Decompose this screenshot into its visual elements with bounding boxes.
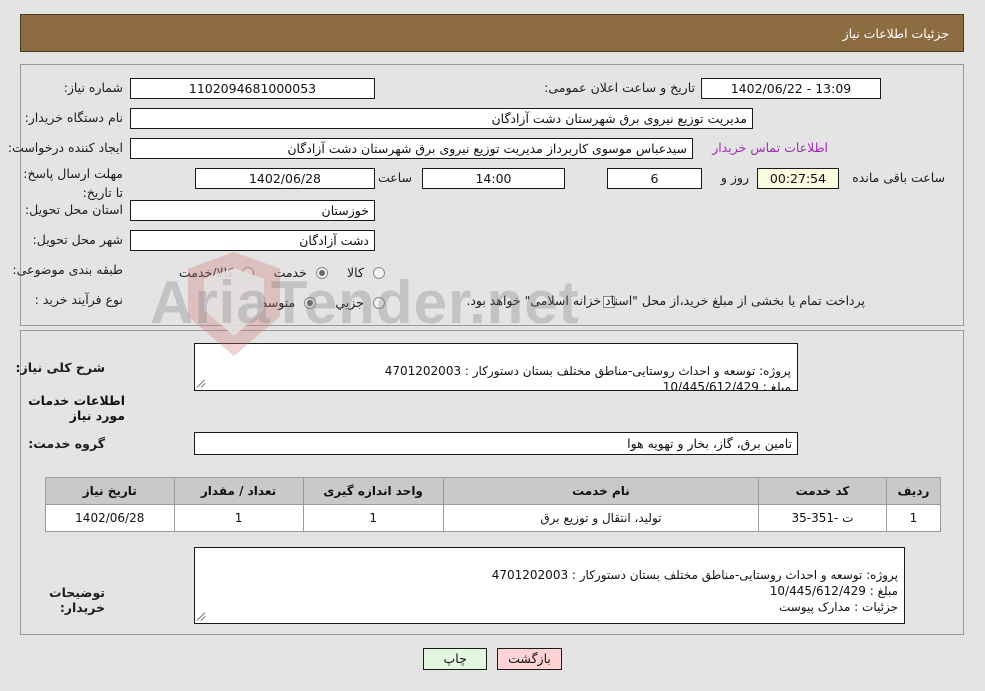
radio-khedmat-icon[interactable] — [315, 266, 328, 279]
process-option-jozei[interactable]: جزیي — [316, 292, 385, 311]
cell-quantity: 1 — [173, 504, 304, 532]
province-value: خوزستان — [130, 200, 375, 221]
cell-row-no: 1 — [885, 504, 942, 532]
description-value: پروژه: توسعه و احداث روستایی-مناطق مختلف… — [384, 364, 791, 391]
process-option-motavaset-label: متوسط — [255, 295, 296, 310]
table-header-row-no: ردیف — [885, 477, 942, 505]
buyer-contact-link[interactable]: اطلاعات تماس خریدار — [712, 140, 828, 155]
radio-kala-icon[interactable] — [373, 266, 385, 279]
deadline-label: مهلت ارسال پاسخ: تا تاریخ: — [23, 166, 123, 200]
remaining-label: ساعت باقی مانده — [852, 170, 945, 185]
days-value: 6 — [607, 168, 702, 189]
buyer-notes-textarea[interactable]: پروژه: توسعه و احداث روستایی-مناطق مختلف… — [194, 547, 905, 624]
radio-kala-khedmat-icon[interactable] — [242, 266, 255, 279]
cell-need-date: 1402/06/28 — [45, 504, 175, 532]
buyer-org-row: نام دستگاه خریدار: — [25, 110, 123, 125]
buyer-notes-value: پروژه: توسعه و احداث روستایی-مناطق مختلف… — [491, 568, 898, 614]
category-option-khedmat-label: خدمت — [273, 265, 307, 280]
announce-value: 13:09 - 1402/06/22 — [701, 78, 881, 99]
print-button[interactable]: چاپ — [423, 648, 488, 670]
cell-unit: 1 — [302, 504, 444, 532]
buyer-org-label: نام دستگاه خریدار: — [24, 110, 123, 125]
page-header-bar: جزئیات اطلاعات نیاز — [20, 14, 964, 52]
announce-label: تاریخ و ساعت اعلان عمومی: — [544, 80, 695, 95]
service-group-label: گروه خدمت: — [28, 436, 105, 451]
deadline-date-value: 1402/06/28 — [195, 168, 375, 189]
table-header-service-code: کد خدمت — [758, 477, 887, 505]
category-option-khedmat[interactable]: خدمت — [254, 262, 328, 281]
process-radio-group: جزیي متوسط — [242, 292, 385, 311]
category-radio-group: کالا خدمت کالا/خدمت — [165, 262, 385, 281]
cell-service-name: تولید، انتقال و توزیع برق — [442, 504, 760, 532]
deadline-row: مهلت ارسال پاسخ: تا تاریخ: — [13, 163, 123, 201]
table-row: 1 ت -351-35 تولید، انتقال و توزیع برق 1 … — [45, 504, 942, 532]
buyer-notes-label: توضیحات خریدار: — [49, 585, 105, 615]
days-word-label: روز و — [720, 170, 749, 185]
table-header-service-name: نام خدمت — [442, 477, 760, 505]
requester-value: سیدعباس موسوی کاربرداز مدیریت توزیع نیرو… — [130, 138, 693, 159]
requester-row: ایجاد کننده درخواست: — [8, 140, 123, 155]
process-label: نوع فرآیند خرید : — [34, 292, 123, 307]
button-bar: بازگشت چاپ — [0, 648, 985, 670]
page-root: AriaTender.net جزئیات اطلاعات نیاز شماره… — [0, 0, 985, 691]
city-value: دشت آزادگان — [130, 230, 375, 251]
description-textarea[interactable]: پروژه: توسعه و احداث روستایی-مناطق مختلف… — [194, 343, 798, 391]
category-label: طبقه بندی موضوعی: — [12, 262, 123, 277]
province-row: استان محل تحویل: — [25, 202, 123, 217]
table-header-row: ردیف کد خدمت نام خدمت واحد اندازه گیری ت… — [45, 477, 942, 505]
need-number-value: 1102094681000053 — [130, 78, 375, 99]
announce-row: تاریخ و ساعت اعلان عمومی: — [544, 80, 695, 95]
need-number-row: شماره نیاز: — [64, 80, 123, 95]
category-option-kala[interactable]: کالا — [328, 262, 385, 281]
hour-value: 14:00 — [422, 168, 565, 189]
requester-label: ایجاد کننده درخواست: — [7, 140, 123, 155]
need-info-panel — [20, 64, 964, 326]
description-label: شرح کلی نیاز: — [15, 360, 105, 375]
countdown-value: 00:27:54 — [757, 168, 839, 189]
table-header-quantity: تعداد / مقدار — [173, 477, 304, 505]
city-row: شهر محل تحویل: — [33, 232, 123, 247]
services-section-heading: اطلاعات خدمات مورد نیاز — [28, 393, 125, 423]
back-button[interactable]: بازگشت — [497, 648, 562, 670]
category-option-kala-khedmat-label: کالا/خدمت — [179, 265, 234, 280]
process-row-label: نوع فرآیند خرید : — [35, 292, 123, 307]
city-label: شهر محل تحویل: — [32, 232, 123, 247]
page-title: جزئیات اطلاعات نیاز — [842, 25, 949, 41]
category-option-kala-khedmat[interactable]: کالا/خدمت — [165, 262, 255, 281]
service-group-value: تامین برق، گاز، بخار و تهویه هوا — [194, 432, 798, 455]
resize-grip-icon-2[interactable] — [196, 612, 207, 622]
category-option-kala-label: کالا — [347, 265, 364, 280]
services-table: ردیف کد خدمت نام خدمت واحد اندازه گیری ت… — [45, 477, 942, 532]
treasury-note-label: پرداخت تمام یا بخشی از مبلغ خرید،از محل … — [466, 293, 865, 308]
radio-motavaset-icon[interactable] — [304, 296, 317, 309]
buyer-org-value: مدیریت توزیع نیروی برق شهرستان دشت آزادگ… — [130, 108, 753, 129]
cell-service-code: ت -351-35 — [758, 504, 887, 532]
need-number-label: شماره نیاز: — [63, 80, 123, 95]
category-row-label: طبقه بندی موضوعی: — [12, 262, 123, 277]
process-option-motavaset[interactable]: متوسط — [242, 292, 317, 311]
hour-label: ساعت — [377, 170, 412, 185]
table-header-unit: واحد اندازه گیری — [302, 477, 444, 505]
table-header-need-date: تاریخ نیاز — [45, 477, 175, 505]
province-label: استان محل تحویل: — [24, 202, 123, 217]
resize-grip-icon[interactable] — [196, 379, 207, 389]
process-option-jozei-label: جزیي — [335, 295, 364, 310]
radio-jozei-icon[interactable] — [373, 296, 385, 309]
